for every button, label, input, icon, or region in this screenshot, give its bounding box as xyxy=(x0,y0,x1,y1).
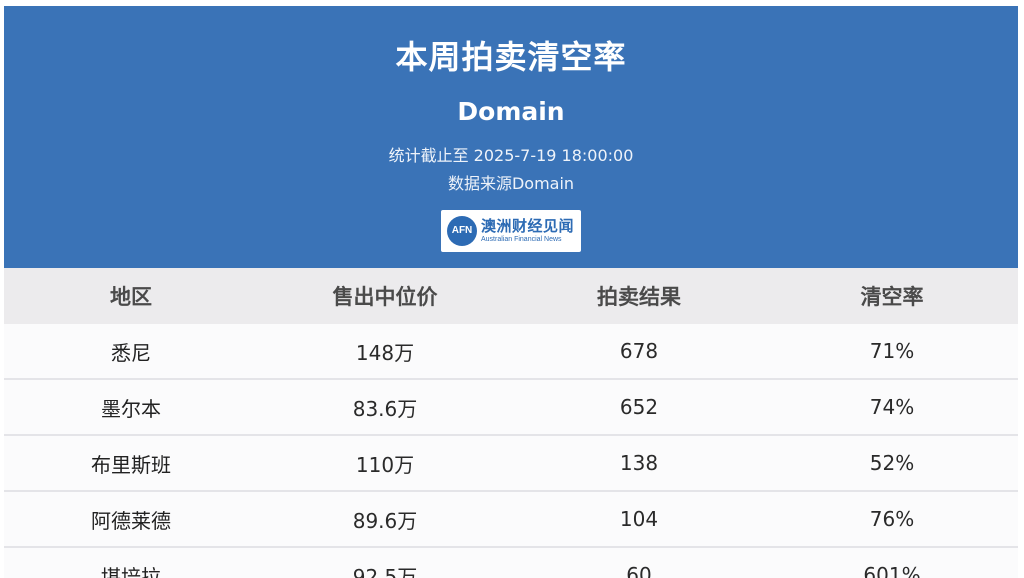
stat-cutoff-text: 统计截止至 2025-7-19 18:00:00 xyxy=(388,146,634,165)
cell-clearance-rate: 601% xyxy=(863,563,921,578)
table-row: 阿德莱德 89.6万 104 76% xyxy=(4,492,1018,548)
column-header-auction-results: 拍卖结果 xyxy=(597,285,681,309)
table-row: 布里斯班 110万 138 52% xyxy=(4,436,1018,492)
cell-clearance-rate: 74% xyxy=(869,395,915,419)
column-header-clearance-rate: 清空率 xyxy=(860,285,924,309)
cell-region: 悉尼 xyxy=(111,340,151,365)
afn-logo: AFN 澳洲财经见闻 Australian Financial News xyxy=(441,210,581,252)
table-header-row: 地区 售出中位价 拍卖结果 清空率 xyxy=(4,268,1018,324)
afn-logo-icon: AFN xyxy=(447,216,477,246)
cell-clearance-rate: 52% xyxy=(869,451,915,475)
cell-region: 阿德莱德 xyxy=(91,508,171,533)
cell-auction-results: 652 xyxy=(619,395,659,419)
cell-median-price: 110万 xyxy=(355,452,415,477)
cell-region: 布里斯班 xyxy=(91,452,171,477)
cell-median-price: 89.6万 xyxy=(352,508,418,533)
cell-auction-results: 104 xyxy=(619,507,659,531)
page-title: 本周拍卖清空率 xyxy=(395,38,627,76)
table-row: 墨尔本 83.6万 652 74% xyxy=(4,380,1018,436)
column-header-median-price: 售出中位价 xyxy=(332,285,438,309)
cell-median-price: 92.5万 xyxy=(352,564,418,578)
cell-clearance-rate: 76% xyxy=(869,507,915,531)
auction-card: 本周拍卖清空率 Domain 统计截止至 2025-7-19 18:00:00 … xyxy=(4,6,1018,578)
source-name: Domain xyxy=(457,97,565,126)
logo-en-text: Australian Financial News xyxy=(481,236,562,243)
column-header-region: 地区 xyxy=(110,285,152,309)
header-banner: 本周拍卖清空率 Domain 统计截止至 2025-7-19 18:00:00 … xyxy=(4,6,1018,268)
clearance-table: 地区 售出中位价 拍卖结果 清空率 悉尼 148万 678 71% 墨尔本 83… xyxy=(4,268,1018,578)
cell-clearance-rate: 71% xyxy=(869,339,915,363)
cell-auction-results: 138 xyxy=(619,451,659,475)
cell-median-price: 83.6万 xyxy=(352,396,418,421)
cell-auction-results: 678 xyxy=(619,339,659,363)
logo-cn-text: 澳洲财经见闻 xyxy=(481,217,575,235)
cell-region: 墨尔本 xyxy=(101,396,161,421)
cell-median-price: 148万 xyxy=(355,340,415,365)
table-row: 堪培拉 92.5万 60 601% xyxy=(4,548,1018,578)
data-source-text: 数据来源Domain xyxy=(447,174,575,193)
cell-auction-results: 60 xyxy=(626,563,652,578)
cell-region: 堪培拉 xyxy=(101,564,161,578)
table-row: 悉尼 148万 678 71% xyxy=(4,324,1018,380)
